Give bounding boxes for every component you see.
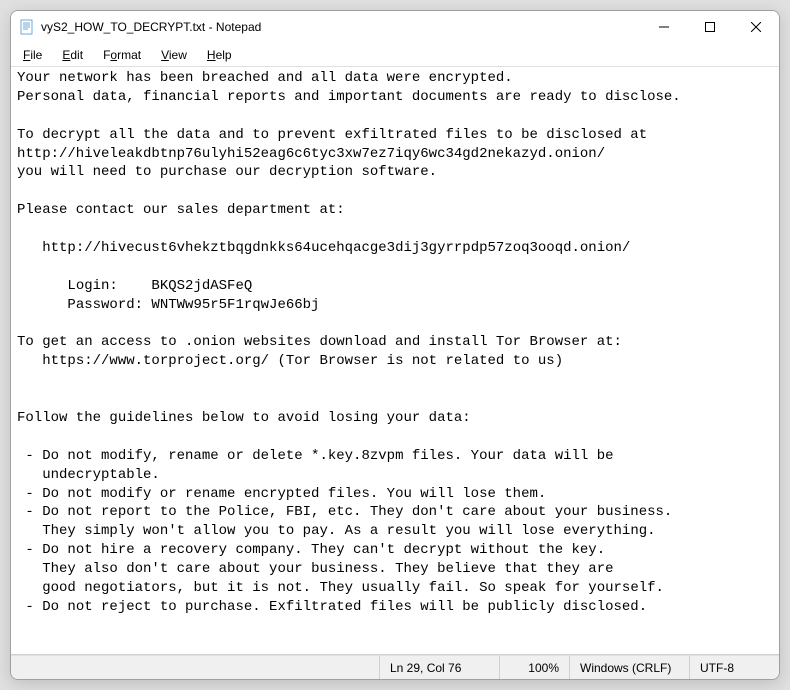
window-title: vyS2_HOW_TO_DECRYPT.txt - Notepad [41,20,641,34]
menu-view-rest: iew [169,48,187,62]
menu-file[interactable]: File [13,45,52,65]
notepad-icon [19,19,35,35]
menu-help-rest: elp [216,48,232,62]
menu-view[interactable]: View [151,45,197,65]
status-encoding: UTF-8 [689,656,779,679]
titlebar[interactable]: vyS2_HOW_TO_DECRYPT.txt - Notepad [11,11,779,43]
text-area[interactable]: Your network has been breached and all d… [11,67,779,655]
status-eol: Windows (CRLF) [569,656,689,679]
status-zoom: 100% [499,656,569,679]
maximize-button[interactable] [687,11,733,43]
menu-format-rest: rmat [117,48,141,62]
minimize-button[interactable] [641,11,687,43]
window-controls [641,11,779,43]
statusbar: Ln 29, Col 76 100% Windows (CRLF) UTF-8 [11,655,779,679]
menu-edit[interactable]: Edit [52,45,93,65]
menu-edit-rest: dit [70,48,83,62]
menu-format[interactable]: Format [93,45,151,65]
close-button[interactable] [733,11,779,43]
menu-file-rest: ile [30,48,42,62]
status-position: Ln 29, Col 76 [379,656,499,679]
menu-help[interactable]: Help [197,45,242,65]
menubar: File Edit Format View Help [11,43,779,67]
notepad-window: vyS2_HOW_TO_DECRYPT.txt - Notepad File E… [10,10,780,680]
